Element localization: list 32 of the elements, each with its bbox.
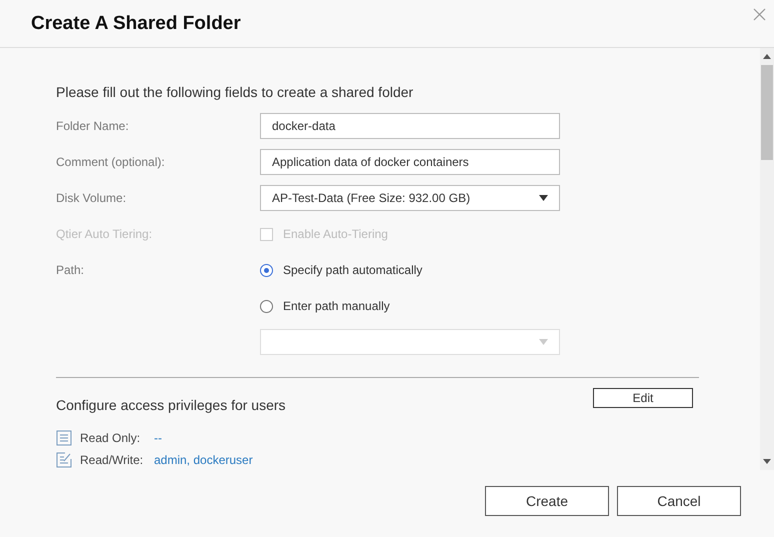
caret-icon	[539, 195, 548, 201]
field-label: Qtier Auto Tiering:	[56, 227, 154, 241]
scroll-down-arrow-icon[interactable]	[763, 459, 771, 464]
privilege-label: Read Only:	[80, 431, 142, 445]
window-title: Create A Shared Folder	[31, 12, 241, 34]
edit-button[interactable]: Edit	[593, 388, 693, 408]
text-field[interactable]: docker-data	[260, 113, 560, 139]
text-field[interactable]: Application data of docker containers	[260, 149, 560, 175]
field-label: Path:	[56, 263, 86, 277]
radio-button[interactable]	[260, 264, 273, 276]
radio-button[interactable]	[260, 300, 273, 312]
user-link[interactable]: admin, dockeruser	[154, 453, 253, 467]
scrollbar-thumb[interactable]	[761, 65, 773, 160]
edit-document-icon	[56, 452, 72, 468]
radio-label: Enter path manually	[283, 299, 390, 313]
volume-dropdown[interactable]: AP-Test-Data (Free Size: 932.00 GB)	[260, 185, 560, 211]
field-label: Disk Volume:	[56, 191, 128, 205]
document-icon	[56, 430, 72, 446]
field-label: Folder Name:	[56, 119, 130, 133]
dialog-button[interactable]: Create	[485, 486, 609, 516]
dialog-button[interactable]: Cancel	[617, 486, 741, 516]
field-label: Comment (optional):	[56, 155, 166, 169]
user-link[interactable]: --	[154, 431, 162, 445]
section-heading: Please fill out the following fields to create a shared folder	[56, 84, 414, 100]
caret-icon	[539, 339, 548, 345]
privilege-label: Read/Write:	[80, 453, 144, 467]
checkbox-label: Enable Auto-Tiering	[283, 227, 388, 241]
scrollbar-track[interactable]	[760, 48, 774, 470]
section-heading: Configure access privileges for users	[56, 397, 286, 413]
close-icon[interactable]	[753, 8, 766, 21]
radio-label: Specify path automatically	[283, 263, 422, 277]
scroll-up-arrow-icon[interactable]	[763, 54, 771, 59]
